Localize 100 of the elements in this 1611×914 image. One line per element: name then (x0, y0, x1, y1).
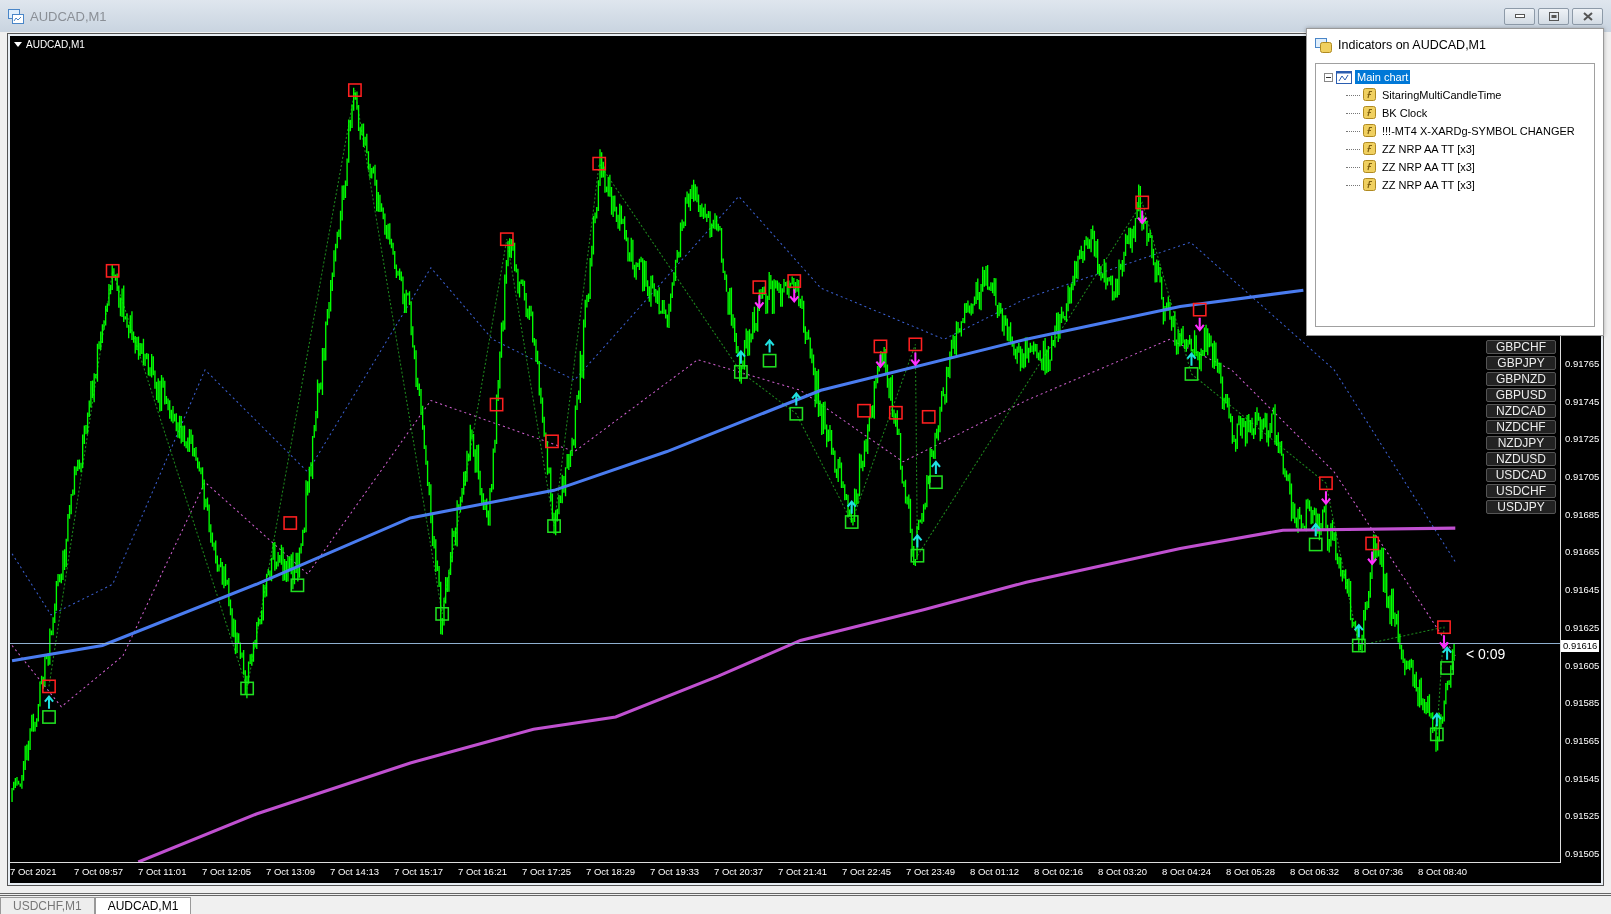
panel-title: Indicators on AUDCAD,M1 (1338, 38, 1486, 52)
window-title: AUDCAD,M1 (30, 8, 107, 24)
down-arrow-icon (910, 351, 921, 367)
time-axis-label: 7 Oct 23:49 (906, 865, 957, 879)
low-marker (733, 365, 748, 379)
down-arrow-icon (754, 294, 765, 310)
high-marker (592, 156, 607, 171)
function-icon (1363, 142, 1377, 156)
tree-item[interactable]: BK Clock (1380, 106, 1430, 120)
minimize-button[interactable] (1504, 8, 1535, 25)
candle-timer: < 0:09 (1466, 646, 1506, 662)
time-axis-label: 8 Oct 06:32 (1290, 865, 1341, 879)
low-marker (1308, 537, 1323, 552)
symbol-button[interactable]: GBPJPY (1486, 356, 1556, 370)
down-arrow-icon (875, 353, 886, 369)
price-axis-label: 0.91765 (1564, 358, 1601, 370)
high-marker (1365, 536, 1380, 551)
symbol-button[interactable]: USDCHF (1486, 484, 1556, 498)
low-marker (1351, 638, 1366, 653)
down-arrow-icon (789, 288, 800, 304)
symbol-button[interactable]: GBPUSD (1486, 388, 1556, 402)
high-marker (1437, 620, 1451, 635)
low-marker (928, 475, 943, 490)
high-marker (921, 409, 936, 424)
time-axis-label: 7 Oct 2021 (10, 865, 58, 879)
symbol-button[interactable]: USDJPY (1486, 500, 1556, 514)
high-marker (42, 679, 56, 694)
low-marker (240, 681, 255, 696)
dropdown-arrow-icon[interactable] (14, 41, 22, 48)
time-axis-label: 7 Oct 12:05 (202, 865, 253, 879)
time-axis-label: 8 Oct 02:16 (1034, 865, 1085, 879)
low-marker (910, 548, 925, 563)
price-axis-label: 0.91725 (1564, 433, 1601, 446)
function-icon (1363, 124, 1377, 138)
price-axis-label: 0.91625 (1564, 621, 1601, 634)
high-marker (857, 403, 871, 418)
collapse-icon[interactable] (1324, 72, 1333, 82)
low-marker (42, 710, 56, 724)
high-marker (499, 232, 514, 247)
current-price-label: 0.91616 (1561, 640, 1600, 652)
down-arrow-icon (1438, 634, 1450, 650)
low-marker (1429, 727, 1444, 742)
tree-item[interactable]: Main chart (1355, 70, 1411, 84)
low-marker (290, 578, 305, 593)
symbol-button[interactable]: NZDCHF (1486, 420, 1556, 434)
symbol-button[interactable]: GBPCHF (1486, 340, 1556, 354)
high-marker (545, 434, 559, 449)
low-marker (844, 515, 859, 529)
function-icon (1363, 88, 1377, 102)
high-marker (283, 516, 298, 530)
low-marker (1440, 661, 1454, 675)
down-arrow-icon (1367, 550, 1378, 566)
up-arrow-icon (1186, 351, 1197, 367)
up-arrow-icon (735, 349, 746, 365)
minimize-icon (1514, 14, 1525, 19)
up-arrow-icon (43, 694, 55, 710)
time-axis-label: 7 Oct 11:01 (138, 865, 188, 879)
up-arrow-icon (912, 533, 923, 549)
tree-item[interactable]: ZZ NRP AA TT [x3] (1380, 178, 1477, 192)
price-axis-label: 0.91665 (1564, 546, 1601, 559)
symbol-button[interactable]: USDCAD (1486, 468, 1556, 482)
function-icon (1363, 178, 1377, 192)
symbol-button[interactable]: NZDJPY (1486, 436, 1556, 450)
down-arrow-icon (1194, 316, 1205, 332)
up-arrow-icon (1441, 645, 1453, 661)
tree-item[interactable]: ZZ NRP AA TT [x3] (1380, 142, 1477, 156)
up-arrow-icon (791, 391, 802, 407)
up-arrow-icon (1431, 712, 1442, 728)
tree-item[interactable]: ZZ NRP AA TT [x3] (1380, 160, 1477, 174)
time-axis-label: 7 Oct 13:09 (266, 865, 317, 879)
function-icon (1363, 160, 1377, 174)
symbol-button[interactable]: GBPNZD (1486, 372, 1556, 386)
up-arrow-icon (846, 499, 857, 515)
time-axis-label: 7 Oct 20:37 (714, 865, 765, 879)
chart-window-icon (1336, 70, 1352, 84)
price-axis-label: 0.91685 (1564, 508, 1601, 521)
time-axis-label: 7 Oct 16:21 (458, 865, 509, 879)
time-axis-label: 8 Oct 01:12 (970, 865, 1021, 879)
high-marker (888, 405, 903, 420)
symbol-button[interactable]: NZDCAD (1486, 404, 1556, 418)
chart-tab[interactable]: AUDCAD,M1 (94, 897, 192, 914)
function-icon (1363, 106, 1377, 120)
price-axis-label: 0.91545 (1564, 772, 1601, 785)
close-button[interactable] (1572, 8, 1603, 25)
chart-tab[interactable]: USDCHF,M1 (0, 897, 95, 914)
time-axis-label: 7 Oct 19:33 (650, 865, 701, 879)
time-axis-label: 8 Oct 03:20 (1098, 865, 1149, 879)
time-axis-label: 8 Oct 04:24 (1162, 865, 1213, 879)
high-marker (1319, 476, 1333, 491)
tree-item[interactable]: SitaringMultiCandleTime (1380, 88, 1504, 102)
down-arrow-icon (1320, 490, 1332, 506)
symbol-button[interactable]: NZDUSD (1486, 452, 1556, 466)
up-arrow-icon (764, 338, 775, 354)
high-marker (752, 280, 767, 295)
indicators-icon (1315, 37, 1332, 53)
restore-button[interactable] (1538, 8, 1569, 25)
chart-symbol-label: AUDCAD,M1 (26, 39, 85, 50)
chart-window-icon (8, 8, 24, 24)
tree-item[interactable]: !!!-MT4 X-XARDg-SYMBOL CHANGER (1380, 124, 1577, 138)
high-marker (1192, 302, 1207, 317)
